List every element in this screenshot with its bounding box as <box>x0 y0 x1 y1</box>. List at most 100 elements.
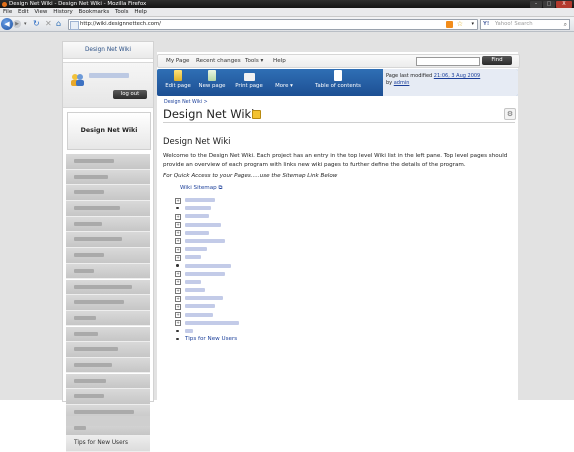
close-button[interactable]: X <box>556 0 572 8</box>
sidebar-item-tips[interactable]: Tips for New Users <box>66 436 150 452</box>
tree-item[interactable]: + <box>175 294 375 302</box>
menu-edit[interactable]: Edit <box>18 9 29 15</box>
url-dropdown-icon[interactable]: ▾ <box>471 20 474 29</box>
more-button[interactable]: More ▾ <box>271 70 297 96</box>
sidebar-item[interactable] <box>66 169 150 186</box>
tree-item[interactable]: + <box>175 270 375 278</box>
sitemap-link[interactable]: Wiki Sitemap ⧉ <box>180 185 222 192</box>
sidebar-item[interactable] <box>66 248 150 264</box>
menu-bookmarks[interactable]: Bookmarks <box>79 9 110 15</box>
sidebar-item[interactable] <box>66 201 150 217</box>
history-dropdown-icon[interactable]: ▾ <box>24 19 27 29</box>
menu-view[interactable]: View <box>34 9 47 15</box>
print-page-button[interactable]: Print page <box>231 70 267 96</box>
sidebar-item[interactable] <box>66 389 150 405</box>
sidebar-item[interactable] <box>66 357 150 374</box>
expand-icon[interactable]: + <box>175 254 181 261</box>
sidebar-item[interactable] <box>66 373 150 390</box>
search-go-icon[interactable]: ⌕ <box>564 20 567 29</box>
tree-item[interactable]: + <box>175 319 375 327</box>
toc-label: Table of contents <box>314 83 361 89</box>
expand-icon[interactable]: + <box>175 320 181 327</box>
home-icon[interactable]: ⌂ <box>56 19 61 29</box>
edit-page-button[interactable]: Edit page <box>163 70 193 96</box>
back-button[interactable]: ◀ <box>1 18 13 30</box>
tree-item[interactable]: + <box>175 302 375 310</box>
tree-item[interactable]: + <box>175 196 375 204</box>
expand-icon[interactable]: + <box>175 312 181 319</box>
tree-item[interactable]: + <box>175 278 375 286</box>
last-modified-date-link[interactable]: 21:06, 3 Aug 2009 <box>434 73 480 79</box>
expand-icon[interactable]: + <box>175 303 181 310</box>
sidebar-item[interactable] <box>66 263 150 280</box>
expand-icon[interactable]: + <box>175 246 181 253</box>
tree-item[interactable]: + <box>175 212 375 220</box>
page-settings-icon[interactable]: ⚙ <box>504 108 516 120</box>
rss-feed-icon[interactable] <box>446 21 453 28</box>
sidebar-item[interactable] <box>66 342 150 358</box>
expand-icon[interactable]: + <box>175 287 181 294</box>
tree-item[interactable]: + <box>175 229 375 237</box>
nav-my-page[interactable]: My Page <box>166 55 189 67</box>
expand-icon[interactable]: + <box>175 197 181 204</box>
new-page-button[interactable]: New page <box>195 70 229 96</box>
expand-icon[interactable]: + <box>175 295 181 302</box>
expand-icon[interactable]: + <box>175 213 181 220</box>
lock-icon[interactable] <box>252 110 261 119</box>
expand-icon[interactable]: + <box>175 279 181 286</box>
bullet-icon <box>176 337 179 341</box>
nav-help[interactable]: Help <box>273 55 286 67</box>
search-box[interactable]: Y! Yahoo! Search ⌕ <box>480 19 570 30</box>
sidebar-title[interactable]: Design Net Wiki <box>63 42 153 59</box>
author-link[interactable]: admin <box>394 80 410 86</box>
address-bar[interactable]: http://wiki.designnettech.com/ ☆ ▾ <box>68 19 478 30</box>
tree-item[interactable] <box>175 204 375 212</box>
menu-help[interactable]: Help <box>134 9 147 15</box>
yahoo-search-icon[interactable]: Y! <box>483 20 489 29</box>
sidebar-section-title[interactable]: Design Net Wiki <box>67 112 151 150</box>
tree-item[interactable]: + <box>175 237 375 245</box>
menu-file[interactable]: File <box>3 9 12 15</box>
logout-button[interactable]: log out <box>113 90 147 99</box>
sidebar-item[interactable] <box>66 326 150 343</box>
forward-button[interactable]: ▶ <box>13 20 21 28</box>
tree-item[interactable]: + <box>175 311 375 319</box>
expand-icon[interactable]: + <box>175 222 181 229</box>
minimize-button[interactable]: – <box>530 0 542 8</box>
tree-item[interactable] <box>175 327 375 335</box>
sidebar-item[interactable] <box>66 185 150 201</box>
maximize-button[interactable]: □ <box>543 0 555 8</box>
sidebar-item[interactable] <box>66 295 150 311</box>
tree-item[interactable]: + <box>175 286 375 294</box>
stop-icon[interactable]: ✕ <box>45 19 52 29</box>
table-of-contents-button[interactable]: Table of contents <box>305 70 371 96</box>
breadcrumb[interactable]: Design Net Wiki > <box>164 100 208 105</box>
tree-item[interactable]: + <box>175 221 375 229</box>
nav-recent-changes[interactable]: Recent changes <box>196 55 241 67</box>
sidebar-item[interactable] <box>66 216 150 233</box>
reload-icon[interactable]: ↻ <box>33 19 40 29</box>
sidebar-item[interactable] <box>66 232 150 248</box>
menu-tools[interactable]: Tools <box>115 9 129 15</box>
sidebar-item[interactable] <box>66 310 150 327</box>
bookmark-star-icon[interactable]: ☆ <box>457 20 463 29</box>
expand-icon[interactable]: + <box>175 271 181 278</box>
redacted-label <box>74 159 114 163</box>
tree-item-tips[interactable]: Tips for New Users <box>175 335 375 343</box>
tree-item[interactable]: + <box>175 245 375 253</box>
find-input[interactable] <box>416 57 480 66</box>
find-button[interactable]: Find <box>482 56 512 65</box>
sidebar-item[interactable] <box>66 154 150 170</box>
nav-tools[interactable]: Tools ▾ <box>245 55 263 67</box>
redacted-label <box>185 312 213 317</box>
expand-icon[interactable]: + <box>175 230 181 237</box>
sidebar-item[interactable] <box>66 279 150 295</box>
sidebar-item[interactable] <box>66 416 150 426</box>
tree-item[interactable]: + <box>175 253 375 261</box>
tree-item[interactable] <box>175 262 375 270</box>
redacted-label <box>74 378 106 383</box>
bullet-icon <box>176 206 179 210</box>
menu-history[interactable]: History <box>53 9 73 15</box>
expand-icon[interactable]: + <box>175 238 181 245</box>
tree-item-label[interactable]: Tips for New Users <box>185 335 237 343</box>
